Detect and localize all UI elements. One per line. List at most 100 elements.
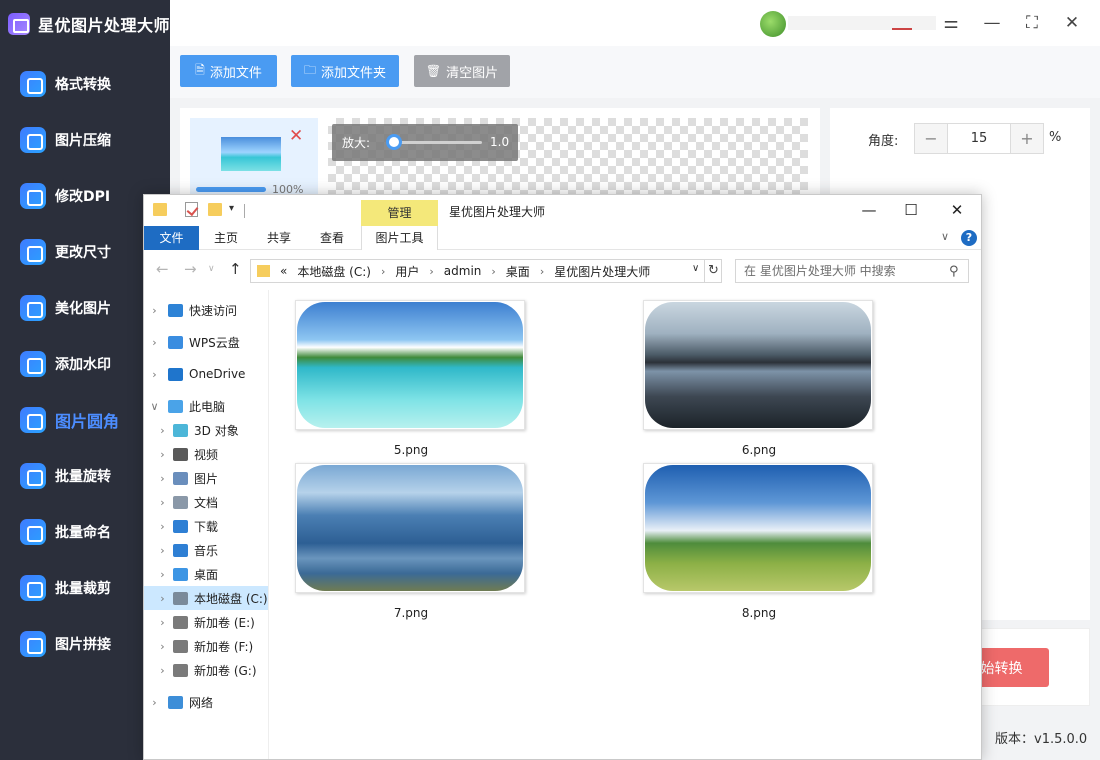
file-item[interactable]: 6.png xyxy=(643,300,875,460)
sidebar-item-label: 添加水印 xyxy=(55,357,111,373)
angle-input[interactable]: 15 xyxy=(947,124,1011,153)
back-arrow-icon[interactable]: ← xyxy=(156,260,169,278)
nav-tree-item[interactable]: › WPS云盘 xyxy=(144,330,268,354)
tab-file[interactable]: 文件 xyxy=(144,226,199,250)
file-item[interactable]: 7.png xyxy=(295,463,527,623)
nav-tree-item[interactable]: › 3D 对象 xyxy=(144,418,268,442)
expand-chevron-icon[interactable]: › xyxy=(158,640,167,653)
expand-chevron-icon[interactable]: › xyxy=(158,544,167,557)
customize-toolbar-icon[interactable]: ▾ xyxy=(229,203,234,214)
image-thumbnail[interactable] xyxy=(221,137,281,171)
file-thumbnail[interactable] xyxy=(643,300,873,430)
add-folder-button[interactable]: 🗀 添加文件夹 xyxy=(291,55,399,87)
explorer-close-icon[interactable]: ✕ xyxy=(942,199,972,221)
clear-images-button[interactable]: 🗑 清空图片 xyxy=(414,55,510,87)
zoom-slider-handle[interactable] xyxy=(386,134,402,150)
expand-chevron-icon[interactable]: › xyxy=(158,592,167,605)
tab-view[interactable]: 查看 xyxy=(313,226,351,250)
sidebar-item[interactable]: 格式转换 xyxy=(0,62,170,106)
address-overflow[interactable]: « xyxy=(280,264,287,278)
expand-chevron-icon[interactable]: › xyxy=(150,304,159,317)
breadcrumb-separator-icon[interactable]: › xyxy=(429,265,433,278)
new-folder-icon[interactable] xyxy=(208,203,222,216)
nav-tree-item[interactable]: › 本地磁盘 (C:) xyxy=(144,586,268,610)
settings-sliders-icon[interactable]: ⚌ xyxy=(940,12,962,34)
file-thumbnail[interactable] xyxy=(643,463,873,593)
expand-chevron-icon[interactable]: › xyxy=(150,696,159,709)
breadcrumb-item[interactable]: 用户 xyxy=(395,263,419,280)
breadcrumb-separator-icon[interactable]: › xyxy=(381,265,385,278)
address-bar[interactable]: « 本地磁盘 (C:) › 用户 › admin › 桌面 › 星优图片处理大师 xyxy=(250,259,722,283)
file-item[interactable]: 5.png xyxy=(295,300,527,460)
nav-tree-item[interactable]: › 桌面 xyxy=(144,562,268,586)
nav-tree-item[interactable]: › 音乐 xyxy=(144,538,268,562)
help-icon[interactable]: ? xyxy=(961,230,977,246)
maximize-icon[interactable]: ⛶ xyxy=(1021,12,1043,34)
stitch-icon xyxy=(20,631,46,657)
explorer-minimize-icon[interactable]: — xyxy=(854,199,884,221)
file-thumbnail[interactable] xyxy=(295,300,525,430)
angle-increase-button[interactable]: + xyxy=(1011,124,1043,153)
breadcrumb-item[interactable]: admin xyxy=(444,264,482,278)
address-history-icon[interactable]: ∨ xyxy=(692,263,699,274)
add-file-button[interactable]: 🗎 添加文件 xyxy=(180,55,277,87)
nav-tree-item[interactable]: › 新加卷 (E:) xyxy=(144,610,268,634)
recent-dropdown-icon[interactable]: ∨ xyxy=(208,264,215,274)
image-compress-icon xyxy=(20,127,46,153)
breadcrumb-item[interactable]: 星优图片处理大师 xyxy=(554,263,650,280)
tab-home[interactable]: 主页 xyxy=(207,226,245,250)
breadcrumb-item[interactable]: 本地磁盘 (C:) xyxy=(297,263,371,280)
search-icon[interactable]: ⚲ xyxy=(949,261,959,283)
tab-picture-tools[interactable]: 图片工具 xyxy=(361,226,438,250)
expand-chevron-icon[interactable]: › xyxy=(158,496,167,509)
properties-check-icon[interactable] xyxy=(185,202,198,217)
image-preview-blue-mountains xyxy=(297,465,523,591)
expand-ribbon-icon[interactable]: ∨ xyxy=(941,230,949,243)
sidebar-item[interactable]: 图片压缩 xyxy=(0,118,170,162)
nav-tree-item[interactable]: › 图片 xyxy=(144,466,268,490)
tab-manage[interactable]: 管理 xyxy=(361,200,438,226)
up-arrow-icon[interactable]: ↑ xyxy=(229,260,242,278)
search-input[interactable]: 在 星优图片处理大师 中搜索 ⚲ xyxy=(735,259,969,283)
zoom-slider-track[interactable] xyxy=(394,141,482,144)
nav-tree-item[interactable]: ∨ 此电脑 xyxy=(144,394,268,418)
breadcrumb-item[interactable]: 桌面 xyxy=(506,263,530,280)
expand-chevron-icon[interactable]: › xyxy=(158,472,167,485)
close-icon[interactable]: ✕ xyxy=(1061,12,1083,34)
file-item[interactable]: 8.png xyxy=(643,463,875,623)
explorer-maximize-icon[interactable]: ☐ xyxy=(896,199,926,221)
expand-chevron-icon[interactable]: › xyxy=(150,336,159,349)
image-preview-tree-on-grassland xyxy=(645,465,871,591)
expand-chevron-icon[interactable]: › xyxy=(158,616,167,629)
tab-share[interactable]: 共享 xyxy=(260,226,298,250)
nav-tree-item[interactable]: › OneDrive xyxy=(144,362,268,386)
nav-tree-item[interactable]: › 网络 xyxy=(144,690,268,714)
nav-tree-item[interactable]: › 下载 xyxy=(144,514,268,538)
nav-tree-item[interactable]: › 视频 xyxy=(144,442,268,466)
sidebar-item-label: 批量旋转 xyxy=(55,469,111,485)
forward-arrow-icon[interactable]: → xyxy=(184,260,197,278)
expand-chevron-icon[interactable]: › xyxy=(158,424,167,437)
nav-tree-item[interactable]: › 快速访问 xyxy=(144,298,268,322)
collapse-chevron-icon[interactable]: ∨ xyxy=(150,400,159,413)
expand-chevron-icon[interactable]: › xyxy=(158,664,167,677)
user-avatar[interactable] xyxy=(760,11,786,37)
nav-tree-label: 图片 xyxy=(194,471,219,486)
remove-image-icon[interactable]: ✕ xyxy=(289,126,303,146)
expand-chevron-icon[interactable]: › xyxy=(158,520,167,533)
quick-access-folder-icon[interactable] xyxy=(153,203,167,216)
nav-tree-item[interactable]: › 文档 xyxy=(144,490,268,514)
refresh-icon[interactable]: ↻ xyxy=(704,259,722,283)
expand-chevron-icon[interactable]: › xyxy=(158,448,167,461)
breadcrumb-separator-icon[interactable]: › xyxy=(540,265,544,278)
expand-chevron-icon[interactable]: › xyxy=(150,368,159,381)
breadcrumb-separator-icon[interactable]: › xyxy=(491,265,495,278)
expand-chevron-icon[interactable]: › xyxy=(158,568,167,581)
nav-tree-item[interactable]: › 新加卷 (G:) xyxy=(144,658,268,682)
angle-decrease-button[interactable]: − xyxy=(915,124,947,153)
file-explorer-window: ▾ 管理 星优图片处理大师 — ☐ ✕ 文件 主页 共享 查看 图片工具 ∨ ?… xyxy=(143,194,982,760)
nav-tree-item[interactable]: › 新加卷 (F:) xyxy=(144,634,268,658)
minimize-icon[interactable]: — xyxy=(981,12,1003,34)
file-thumbnail[interactable] xyxy=(295,463,525,593)
nav-tree-label: 视频 xyxy=(194,447,219,462)
